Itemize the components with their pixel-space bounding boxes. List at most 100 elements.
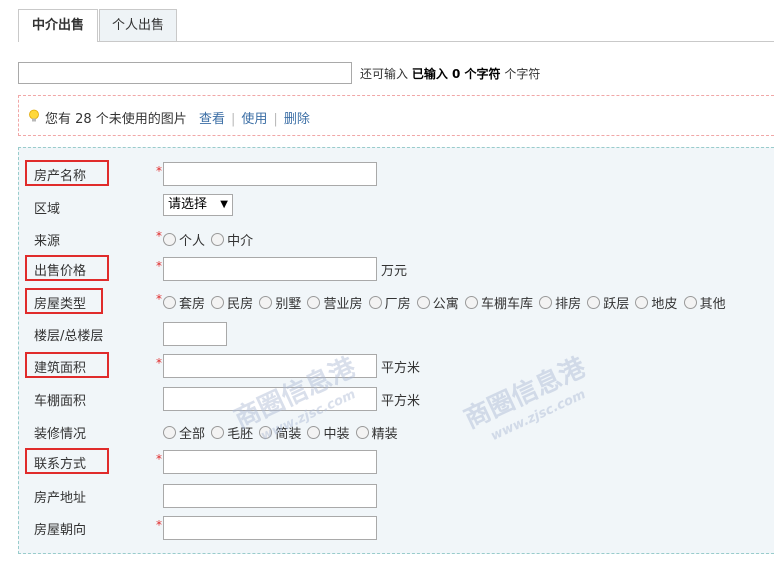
decoration-radios: 全部 毛胚 简装 中装 精装 — [163, 423, 400, 442]
required-star: * — [156, 518, 162, 532]
delete-link[interactable]: 删除 — [284, 112, 310, 127]
house-name-label: 房产名称 — [34, 169, 87, 184]
row-house-name: 房产名称 * — [19, 160, 774, 186]
house-name-input[interactable] — [163, 162, 377, 186]
required-star: * — [156, 259, 162, 273]
radio-circle-icon[interactable] — [259, 426, 273, 439]
area-input[interactable] — [163, 354, 377, 378]
radio-circle-icon[interactable] — [368, 296, 382, 309]
contact-input[interactable] — [163, 450, 377, 474]
radio-option[interactable]: 个人 — [163, 230, 205, 249]
price-label: 出售价格 — [34, 264, 87, 279]
address-label: 房产地址 — [34, 491, 87, 506]
district-select[interactable]: 请选择 ▼ — [163, 194, 233, 216]
radio-option[interactable]: 中装 — [307, 423, 349, 442]
district-label: 区域 — [34, 202, 61, 217]
house-type-radios: 套房 民房 别墅 营业房 厂房 公寓 车棚车库 排房 跃层 地皮 其他 — [163, 293, 728, 312]
price-unit: 万元 — [381, 264, 408, 279]
radio-option[interactable]: 车棚车库 — [464, 293, 533, 312]
floor-label: 楼层/总楼层 — [34, 329, 104, 344]
use-link[interactable]: 使用 — [241, 112, 267, 127]
required-star: * — [156, 356, 162, 370]
radio-circle-icon[interactable] — [259, 296, 273, 309]
row-address: 房产地址 — [19, 482, 774, 508]
radio-option[interactable]: 别墅 — [259, 293, 301, 312]
row-district: 区域 请选择 ▼ — [19, 193, 774, 219]
radio-option[interactable]: 套房 — [163, 293, 205, 312]
radio-circle-icon[interactable] — [307, 426, 321, 439]
row-contact: 联系方式 * — [19, 448, 774, 474]
tab-agency-sale[interactable]: 中介出售 — [18, 9, 98, 42]
radio-option[interactable]: 地皮 — [635, 293, 677, 312]
floor-input[interactable] — [163, 322, 227, 346]
row-garage-area: 车棚面积 平方米 — [19, 385, 774, 411]
radio-circle-icon[interactable] — [163, 426, 176, 439]
required-star: * — [156, 229, 162, 243]
radio-circle-icon[interactable] — [163, 233, 176, 246]
radio-circle-icon[interactable] — [355, 426, 369, 439]
radio-option[interactable]: 全部 — [163, 423, 205, 442]
title-row: 还可输入 已输入 0 个字符 个字符 — [18, 62, 774, 84]
garage-area-label: 车棚面积 — [34, 394, 87, 409]
listing-form: 房产名称 * 区域 请选择 ▼ 来源 * 个人 中介 出售价格 * 万元 房屋类… — [18, 147, 774, 554]
radio-option[interactable]: 毛胚 — [211, 423, 253, 442]
radio-circle-icon[interactable] — [683, 296, 697, 309]
radio-circle-icon[interactable] — [416, 296, 430, 309]
row-floor: 楼层/总楼层 — [19, 320, 774, 346]
radio-option[interactable]: 中介 — [211, 230, 253, 249]
house-type-label: 房屋类型 — [34, 297, 87, 312]
source-radios: 个人 中介 — [163, 230, 255, 249]
row-decoration: 装修情况 全部 毛胚 简装 中装 精装 — [19, 418, 774, 444]
radio-option[interactable]: 其他 — [683, 293, 726, 312]
view-link[interactable]: 查看 — [199, 112, 225, 127]
garage-area-unit: 平方米 — [381, 394, 421, 409]
orientation-label: 房屋朝向 — [34, 523, 87, 538]
tab-bar: 中介出售 个人出售 — [18, 9, 774, 42]
radio-circle-icon[interactable] — [211, 426, 225, 439]
counter-suffix: 个字符 — [504, 67, 541, 81]
area-label: 建筑面积 — [34, 361, 87, 376]
decoration-label: 装修情况 — [34, 427, 87, 442]
row-source: 来源 * 个人 中介 — [19, 225, 774, 251]
required-star: * — [156, 292, 162, 306]
row-area: 建筑面积 * 平方米 — [19, 352, 774, 378]
radio-circle-icon[interactable] — [211, 233, 225, 246]
image-notice: 您有 28 个未使用的图片 查看 | 使用 | 删除 — [18, 95, 774, 136]
orientation-input[interactable] — [163, 516, 377, 540]
radio-circle-icon[interactable] — [163, 296, 176, 309]
radio-option[interactable]: 简装 — [259, 423, 301, 442]
row-house-type: 房屋类型 * 套房 民房 别墅 营业房 厂房 公寓 车棚车库 排房 跃层 地皮 … — [19, 288, 774, 314]
tab-personal-sale[interactable]: 个人出售 — [99, 9, 177, 41]
counter-typed: 已输入 0 个字符 — [411, 67, 501, 81]
district-selected: 请选择 — [168, 197, 208, 212]
radio-option[interactable]: 营业房 — [307, 293, 362, 312]
radio-circle-icon[interactable] — [539, 296, 553, 309]
dropdown-arrow-icon: ▼ — [220, 199, 228, 210]
address-input[interactable] — [163, 484, 377, 508]
radio-circle-icon[interactable] — [307, 296, 321, 309]
radio-option[interactable]: 公寓 — [416, 293, 459, 312]
row-price: 出售价格 * 万元 — [19, 255, 774, 281]
required-star: * — [156, 452, 162, 466]
radio-option[interactable]: 跃层 — [587, 293, 629, 312]
source-label: 来源 — [34, 234, 61, 249]
area-unit: 平方米 — [381, 361, 421, 376]
radio-option[interactable]: 民房 — [211, 293, 253, 312]
notice-links: 查看 | 使用 | 删除 — [199, 112, 310, 127]
title-input[interactable] — [18, 62, 352, 84]
counter-prefix: 还可输入 — [360, 67, 409, 81]
row-orientation: 房屋朝向 * — [19, 514, 774, 540]
notice-text: 您有 28 个未使用的图片 — [45, 112, 187, 127]
lightbulb-icon — [29, 109, 39, 122]
char-counter: 还可输入 已输入 0 个字符 个字符 — [360, 65, 540, 82]
garage-area-input[interactable] — [163, 387, 377, 411]
radio-circle-icon[interactable] — [211, 296, 225, 309]
radio-option[interactable]: 厂房 — [368, 293, 411, 312]
price-input[interactable] — [163, 257, 377, 281]
radio-circle-icon[interactable] — [635, 296, 649, 309]
radio-option[interactable]: 排房 — [539, 293, 581, 312]
radio-circle-icon[interactable] — [464, 296, 478, 309]
radio-circle-icon[interactable] — [587, 296, 601, 309]
radio-option[interactable]: 精装 — [355, 423, 398, 442]
required-star: * — [156, 164, 162, 178]
